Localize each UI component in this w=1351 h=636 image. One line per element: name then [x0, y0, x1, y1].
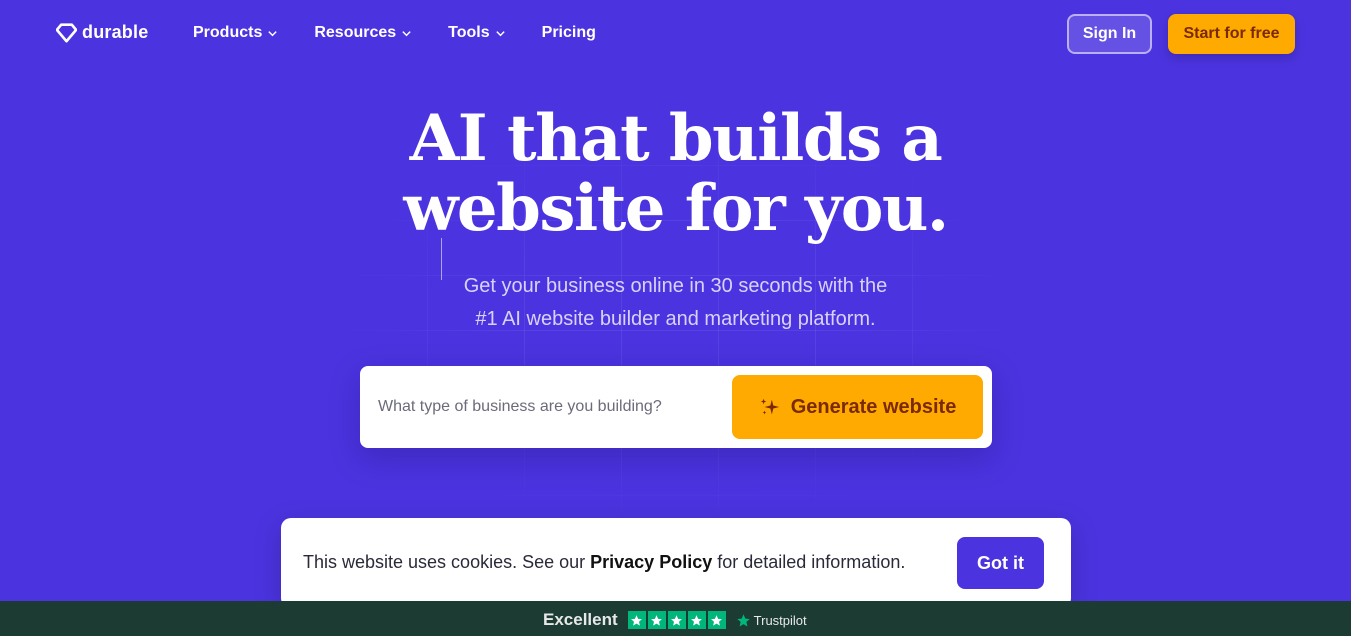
generate-website-label: Generate website: [790, 395, 957, 418]
trustpilot-bar: Excellent Trustpilot: [0, 601, 1351, 636]
chevron-down-icon: [402, 30, 411, 36]
sign-in-button[interactable]: Sign In: [1067, 14, 1152, 54]
hero-subtitle-line-1: Get your business online in 30 seconds w…: [463, 275, 888, 297]
top-navbar: durable Products Resources Tools Pricing…: [0, 0, 1351, 68]
star-icon: [627, 611, 646, 629]
star-icon: [667, 611, 686, 629]
nav-pricing-label: Pricing: [541, 24, 596, 41]
nav-products[interactable]: Products: [193, 24, 278, 42]
diamond-logo-icon: [56, 23, 77, 43]
star-icon: [687, 611, 706, 629]
star-icon: [647, 611, 666, 629]
got-it-button[interactable]: Got it: [957, 537, 1044, 589]
trustpilot-widget[interactable]: Excellent Trustpilot: [543, 610, 807, 630]
brand-logo[interactable]: durable: [56, 22, 148, 43]
nav-products-label: Products: [193, 24, 263, 41]
hero-subtitle-line-2: #1 AI website builder and marketing plat…: [475, 308, 876, 330]
business-type-input[interactable]: [378, 394, 718, 420]
start-for-free-button[interactable]: Start for free: [1168, 14, 1295, 54]
hero-title: AI that builds a website for you.: [0, 104, 1351, 244]
trustpilot-stars: [627, 611, 726, 629]
nav-resources[interactable]: Resources: [314, 24, 412, 42]
cookie-banner: This website uses cookies. See our Priva…: [281, 518, 1071, 608]
chevron-down-icon: [268, 30, 278, 36]
business-search-box: Generate website: [360, 366, 992, 448]
sparkle-icon: [760, 398, 779, 415]
cookie-text-before: This website uses cookies. See our: [303, 552, 591, 572]
nav-tools-label: Tools: [448, 24, 490, 41]
nav-pricing[interactable]: Pricing: [542, 24, 596, 42]
brand-name: durable: [82, 22, 149, 42]
cookie-message: This website uses cookies. See our Priva…: [303, 552, 905, 573]
hero-subtitle: Get your business online in 30 seconds w…: [0, 270, 1351, 336]
cookie-text-after: for detailed information.: [712, 552, 906, 572]
trustpilot-logo: Trustpilot: [736, 613, 807, 628]
nav-tools[interactable]: Tools: [448, 24, 505, 42]
main-menu: Products Resources Tools Pricing: [193, 24, 632, 42]
trustpilot-brand: Trustpilot: [753, 612, 807, 628]
hero-title-line-1: AI that builds a: [409, 101, 943, 176]
trustpilot-star-icon: [736, 613, 750, 626]
privacy-policy-link[interactable]: Privacy Policy: [590, 552, 712, 572]
nav-resources-label: Resources: [314, 24, 397, 41]
generate-website-button[interactable]: Generate website: [732, 375, 983, 439]
hero-title-line-2: website for you.: [403, 171, 949, 246]
trustpilot-rating-text: Excellent: [543, 610, 618, 629]
star-icon: [707, 611, 726, 629]
chevron-down-icon: [495, 30, 505, 36]
